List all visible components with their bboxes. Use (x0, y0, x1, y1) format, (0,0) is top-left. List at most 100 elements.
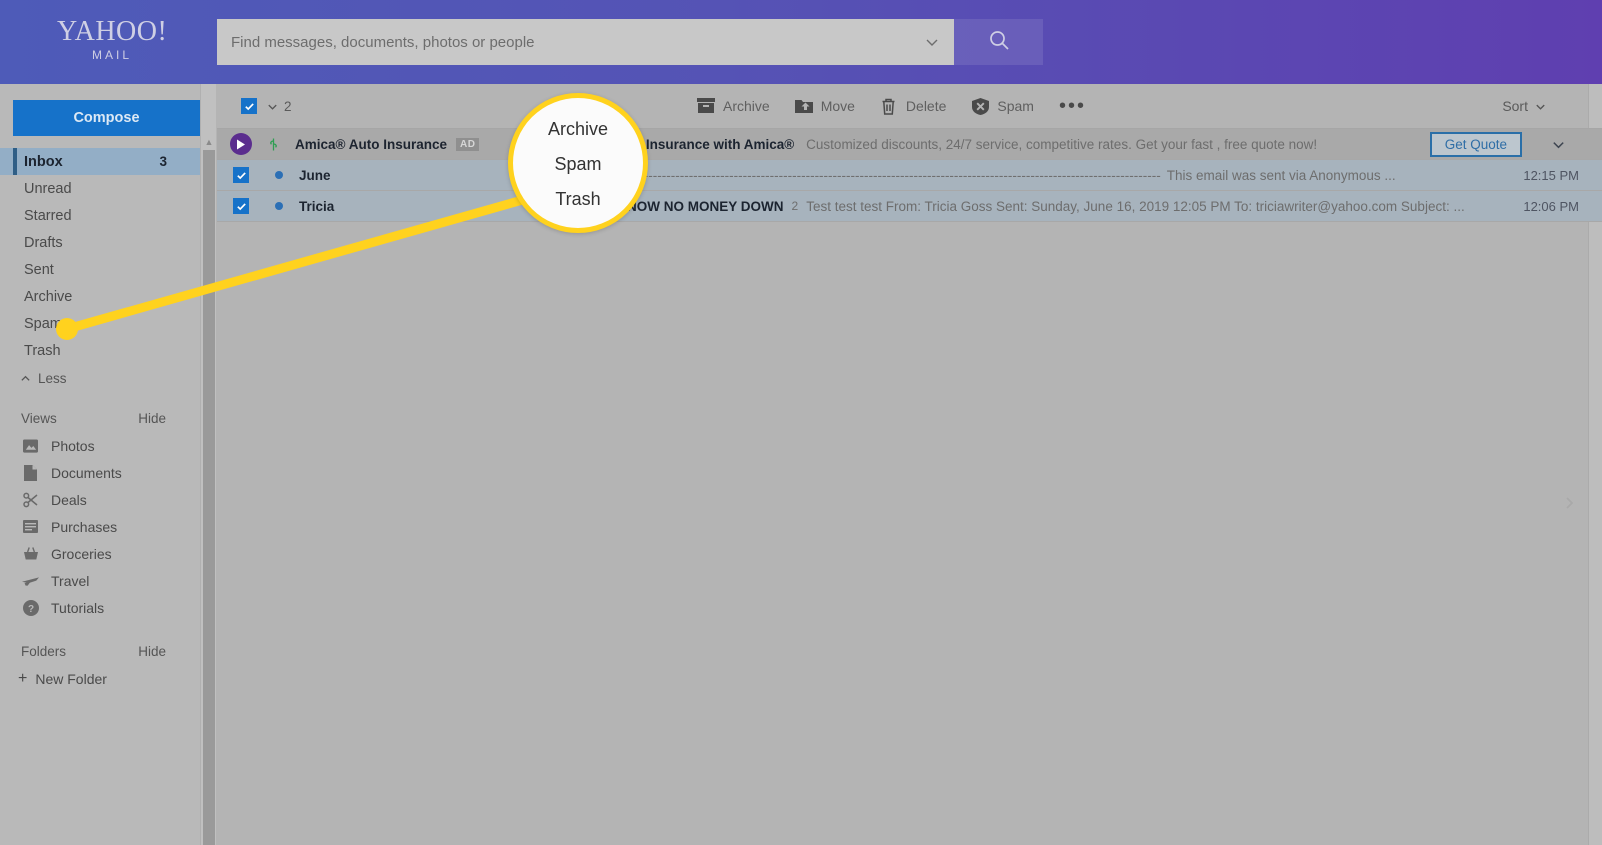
sidebar-item-drafts[interactable]: Drafts (0, 229, 200, 256)
message-list-pane: 2 Archive Move Delete Spam ••• Sort Amic… (217, 84, 1602, 845)
new-folder-button[interactable]: + New Folder (0, 665, 200, 693)
move-button[interactable]: Move (794, 97, 855, 115)
zoom-callout-bubble: Archive Spam Trash (508, 93, 648, 233)
new-folder-label: New Folder (35, 671, 107, 687)
selected-count: 2 (284, 98, 292, 114)
table-row[interactable]: Amica® Auto Insurance AD to Insurance wi… (217, 129, 1602, 160)
inbox-unread-count: 3 (159, 154, 167, 169)
sidebar-item-starred[interactable]: Starred (0, 202, 200, 229)
sort-label: Sort (1502, 98, 1528, 114)
folders-title: Folders (21, 643, 67, 659)
sidebar-item-label: Drafts (24, 234, 63, 251)
receipt-icon (22, 518, 39, 535)
sidebar-item-label: Sent (24, 261, 54, 278)
search-box[interactable] (217, 19, 954, 65)
search-icon (987, 28, 1011, 57)
sidebar-item-label: Starred (24, 207, 72, 224)
more-options-button[interactable]: ••• (1059, 96, 1086, 116)
message-list: Amica® Auto Insurance AD to Insurance wi… (217, 129, 1602, 222)
folders-hide-button[interactable]: Hide (138, 644, 166, 659)
ad-snippet: Customized discounts, 24/7 service, comp… (806, 136, 1318, 152)
sidebar-item-archive[interactable]: Archive (0, 283, 200, 310)
chevron-down-icon[interactable] (924, 34, 940, 50)
callout-item-archive: Archive (547, 118, 609, 139)
get-quote-button[interactable]: Get Quote (1429, 131, 1522, 157)
spam-label: Spam (997, 98, 1034, 114)
folders-section-header: Folders Hide (0, 637, 200, 665)
message-toolbar: 2 Archive Move Delete Spam ••• Sort (217, 84, 1602, 129)
views-section-header: Views Hide (0, 404, 200, 432)
sidebar-item-travel[interactable]: Travel (0, 567, 200, 594)
row-checkbox[interactable] (233, 167, 249, 183)
unread-dot-icon (275, 171, 283, 179)
scroll-up-arrow-icon[interactable]: ▲ (201, 136, 217, 148)
message-snippet: This email was sent via Anonymous ... (1166, 167, 1396, 183)
next-page-chevron-right-icon[interactable] (1558, 492, 1580, 514)
message-time: 12:15 PM (1523, 167, 1579, 183)
sidebar: Compose Inbox 3 Unread Starred Drafts Se… (0, 84, 200, 845)
sidebar-item-label: Documents (51, 464, 122, 481)
less-toggle[interactable]: Less (0, 364, 200, 392)
select-all-chevron-down-icon[interactable] (266, 100, 279, 113)
spam-shield-icon (971, 97, 989, 115)
sidebar-item-sent[interactable]: Sent (0, 256, 200, 283)
yahoo-mail-logo[interactable]: YAHOO! MAIL (57, 16, 168, 62)
search-button[interactable] (954, 19, 1043, 65)
callout-hotspot-dot (56, 318, 78, 340)
archive-button[interactable]: Archive (697, 97, 770, 115)
delete-button[interactable]: Delete (880, 97, 946, 115)
less-label: Less (38, 370, 67, 386)
move-icon (794, 97, 813, 115)
search-bar (217, 19, 1043, 65)
archive-label: Archive (723, 98, 770, 114)
table-row[interactable]: Tricia BUY NOW NO MONEY DOWN 2 Test test… (217, 191, 1602, 222)
search-input[interactable] (231, 33, 924, 51)
yahoo-mail-app: YAHOO! MAIL Compose (0, 0, 1602, 845)
views-title: Views (21, 410, 57, 426)
app-header: YAHOO! MAIL (0, 0, 1602, 84)
sidebar-item-label: Archive (24, 288, 73, 305)
sidebar-item-label: Tutorials (51, 599, 105, 616)
sidebar-item-trash[interactable]: Trash (0, 337, 200, 364)
compose-button[interactable]: Compose (13, 100, 200, 136)
sidebar-item-groceries[interactable]: Groceries (0, 540, 200, 567)
sidebar-item-photos[interactable]: Photos (0, 432, 200, 459)
sidebar-item-inbox[interactable]: Inbox 3 (0, 148, 200, 175)
table-row[interactable]: June ou? -------------------------------… (217, 160, 1602, 191)
message-snippet: Test test test From: Tricia Goss Sent: S… (806, 198, 1465, 214)
spam-button[interactable]: Spam (971, 97, 1034, 115)
sidebar-item-label: Deals (51, 491, 87, 508)
row-checkbox[interactable] (233, 198, 249, 214)
sidebar-item-documents[interactable]: Documents (0, 459, 200, 486)
sidebar-item-label: Groceries (51, 545, 112, 562)
chevron-down-icon (1534, 100, 1547, 113)
sidebar-item-unread[interactable]: Unread (0, 175, 200, 202)
logo-wordmark: YAHOO! (57, 16, 168, 47)
question-circle-icon: ? (22, 599, 39, 616)
sidebar-item-label: Unread (24, 180, 72, 197)
photo-icon (22, 437, 39, 454)
views-hide-button[interactable]: Hide (138, 411, 166, 426)
ad-chevron-down-icon[interactable] (1551, 137, 1566, 152)
trash-icon (880, 97, 898, 115)
unread-dot-icon (275, 202, 283, 210)
play-video-icon[interactable] (230, 133, 252, 155)
sidebar-item-spam[interactable]: Spam (0, 310, 200, 337)
sidebar-item-label: Travel (51, 572, 90, 589)
amica-leaf-icon (266, 137, 281, 152)
ad-subject: to Insurance with Amica® (629, 136, 795, 152)
subject-divider: ----------------------------------------… (625, 167, 1161, 183)
sort-button[interactable]: Sort (1502, 98, 1547, 114)
sidebar-scrollbar[interactable]: ▲ (200, 84, 216, 845)
callout-item-trash: Trash (555, 188, 601, 209)
select-all-checkbox[interactable] (241, 98, 257, 114)
toolbar-actions: Archive Move Delete Spam ••• (697, 96, 1086, 116)
sidebar-item-label: Trash (24, 342, 61, 359)
sidebar-item-label: Inbox (24, 153, 63, 170)
scrollbar-thumb[interactable] (203, 150, 215, 845)
sidebar-item-tutorials[interactable]: ? Tutorials (0, 594, 200, 621)
sidebar-item-purchases[interactable]: Purchases (0, 513, 200, 540)
sender-name: June (299, 167, 331, 183)
sidebar-item-deals[interactable]: Deals (0, 486, 200, 513)
document-icon (22, 464, 39, 481)
